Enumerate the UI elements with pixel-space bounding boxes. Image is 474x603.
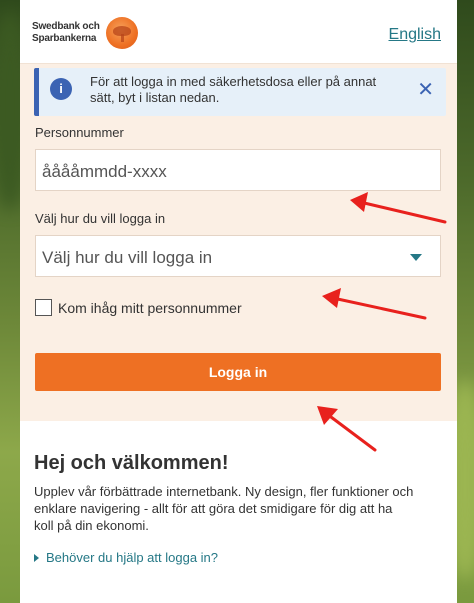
login-card: Swedbank och Sparbankerna English i För … — [20, 0, 457, 603]
personnummer-input[interactable]: ååååmmdd-xxxx — [35, 149, 441, 191]
info-banner-text: För att logga in med säkerhetsdosa eller… — [90, 74, 377, 105]
oak-tree-logo-icon — [105, 17, 138, 49]
login-method-select[interactable]: Välj hur du vill logga in — [35, 235, 441, 277]
remember-row: Kom ihåg mitt personnummer — [35, 299, 242, 316]
header-bar: Swedbank och Sparbankerna English — [20, 0, 457, 64]
remember-label[interactable]: Kom ihåg mitt personnummer — [58, 300, 242, 316]
help-link-text[interactable]: Behöver du hjälp att logga in? — [46, 550, 218, 565]
personnummer-label: Personnummer — [35, 125, 124, 140]
login-button[interactable]: Logga in — [35, 353, 441, 391]
login-method-selected: Välj hur du vill logga in — [42, 248, 213, 267]
chevron-right-icon — [34, 553, 39, 562]
info-icon: i — [50, 78, 72, 100]
welcome-section: Hej och välkommen! Upplev vår förbättrad… — [20, 421, 457, 603]
close-icon[interactable]: ✕ — [417, 80, 434, 100]
logo-text: Swedbank och Sparbankerna — [32, 21, 100, 44]
remember-checkbox[interactable] — [35, 299, 52, 316]
welcome-title: Hej och välkommen! — [34, 452, 229, 474]
language-link[interactable]: English — [389, 26, 441, 44]
login-method-label: Välj hur du vill logga in — [35, 211, 166, 226]
brand-logo[interactable]: Swedbank och Sparbankerna — [32, 17, 138, 49]
chevron-down-icon — [410, 254, 422, 261]
info-banner: i För att logga in med säkerhetsdosa ell… — [34, 68, 446, 116]
welcome-text: Upplev vår förbättrade internetbank. Ny … — [34, 484, 414, 533]
help-link[interactable]: Behöver du hjälp att logga in? — [34, 550, 218, 565]
